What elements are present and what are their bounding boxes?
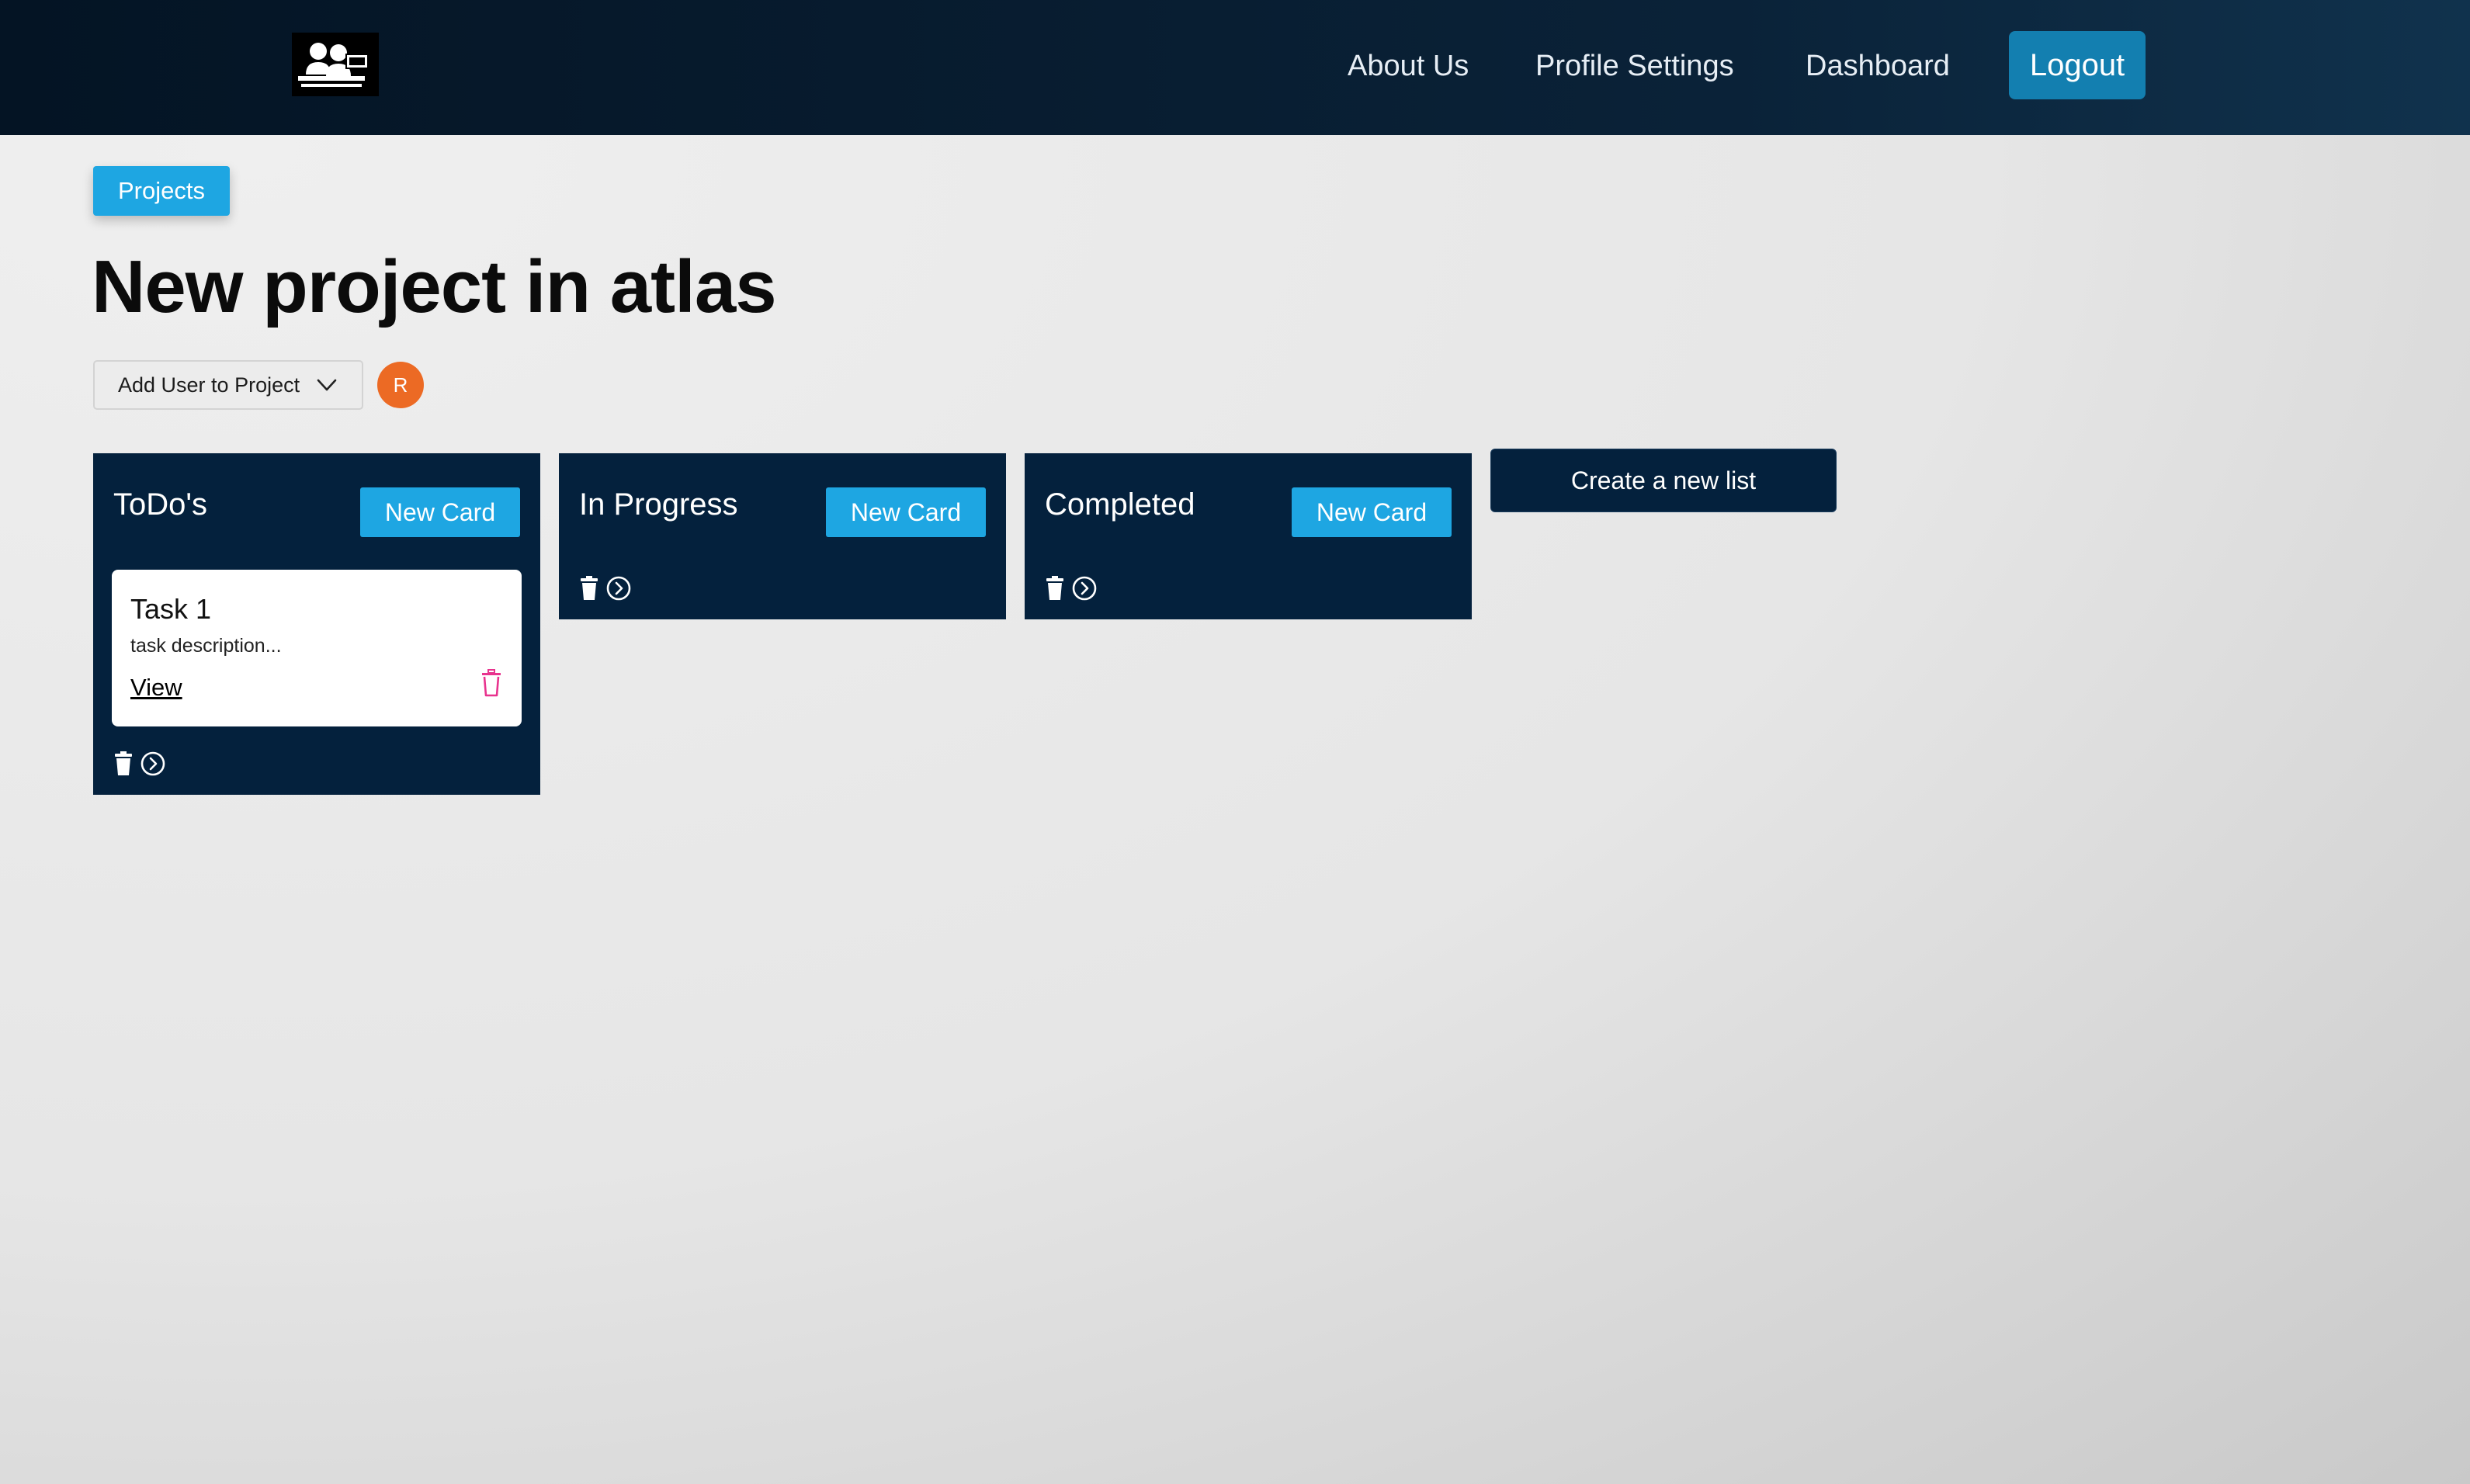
list-title: ToDo's	[113, 487, 208, 522]
trash-icon	[115, 751, 132, 775]
new-card-button[interactable]: New Card	[826, 487, 986, 537]
list-title: Completed	[1045, 487, 1195, 522]
trash-icon	[1046, 576, 1063, 600]
nav-profile-settings[interactable]: Profile Settings	[1535, 47, 1734, 85]
nav-about-us[interactable]: About Us	[1348, 47, 1469, 85]
task-description: task description...	[130, 635, 282, 657]
move-list-button[interactable]	[140, 751, 166, 777]
page-title: New project in atlas	[92, 245, 777, 328]
list-actions	[113, 750, 166, 778]
chevron-down-icon	[317, 379, 337, 391]
create-list-button[interactable]: Create a new list	[1490, 449, 1837, 512]
app-logo[interactable]	[292, 33, 379, 96]
arrow-right-circle-icon	[606, 576, 631, 601]
new-card-button[interactable]: New Card	[360, 487, 520, 537]
member-avatar[interactable]: R	[377, 362, 424, 408]
task-title: Task 1	[130, 593, 212, 625]
move-list-button[interactable]	[1071, 575, 1098, 602]
list-todos: ToDo's New Card Task 1 task description.…	[93, 453, 540, 795]
list-completed: Completed New Card	[1025, 453, 1472, 619]
arrow-right-circle-icon	[140, 751, 165, 776]
add-user-dropdown[interactable]: Add User to Project	[93, 360, 363, 410]
list-actions	[579, 574, 632, 602]
list-title: In Progress	[579, 487, 738, 522]
task-card[interactable]: Task 1 task description... View	[112, 570, 522, 726]
delete-list-button[interactable]	[1045, 575, 1065, 602]
trash-icon	[581, 576, 598, 600]
delete-list-button[interactable]	[579, 575, 599, 602]
arrow-right-circle-icon	[1072, 576, 1097, 601]
task-view-link[interactable]: View	[130, 674, 182, 702]
logout-button[interactable]: Logout	[2009, 31, 2146, 99]
add-user-label: Add User to Project	[118, 373, 300, 397]
people-at-desk-icon	[292, 33, 379, 96]
trash-icon[interactable]	[480, 669, 503, 697]
top-navbar: About Us Profile Settings Dashboard Logo…	[0, 0, 2470, 135]
list-actions	[1045, 574, 1098, 602]
nav-dashboard[interactable]: Dashboard	[1806, 47, 1950, 85]
list-in-progress: In Progress New Card	[559, 453, 1006, 619]
projects-breadcrumb-button[interactable]: Projects	[93, 166, 230, 216]
delete-list-button[interactable]	[113, 751, 134, 777]
move-list-button[interactable]	[605, 575, 632, 602]
new-card-button[interactable]: New Card	[1292, 487, 1452, 537]
